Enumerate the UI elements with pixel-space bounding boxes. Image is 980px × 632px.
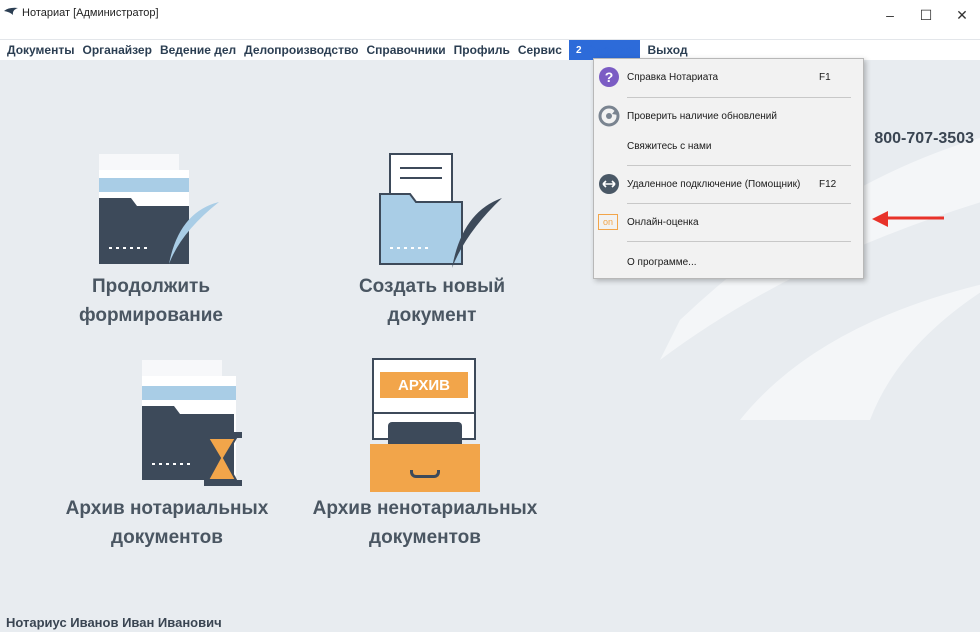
folder-feather-icon bbox=[99, 154, 219, 264]
close-button[interactable]: ✕ bbox=[944, 0, 980, 30]
tile-continue-line2: формирование bbox=[78, 305, 223, 326]
remote-icon bbox=[598, 173, 620, 195]
menu-item-help[interactable]: ? Справка Нотариата F1 bbox=[594, 64, 863, 90]
title-bar: Нотариат [Администратор] – ☐ ✕ bbox=[0, 0, 980, 40]
menu-item-contact-label: Свяжитесь с нами bbox=[627, 140, 712, 152]
menu-item-remote[interactable]: Удаленное подключение (Помощник) F12 bbox=[594, 171, 863, 197]
maximize-button[interactable]: ☐ bbox=[908, 0, 944, 30]
folder-quill-icon bbox=[379, 153, 502, 268]
menu-separator bbox=[627, 165, 851, 166]
minimize-button[interactable]: – bbox=[872, 0, 908, 30]
menu-item-online-rating[interactable]: on Онлайн-оценка bbox=[594, 209, 863, 235]
tile-archive-notarial-line2: документов bbox=[111, 527, 223, 548]
menu-help-label: Справка bbox=[586, 43, 637, 57]
menu-bar: Документы Органайзер Ведение дел Делопро… bbox=[0, 40, 980, 60]
tile-create-line2: документ bbox=[387, 305, 477, 326]
menu-help[interactable]: 2 Справка bbox=[568, 40, 641, 60]
svg-text:?: ? bbox=[605, 69, 614, 85]
notification-badge: 2 bbox=[572, 44, 585, 56]
menu-profile[interactable]: Профиль bbox=[453, 40, 511, 60]
tile-archive-non-notarial-line2: документов bbox=[369, 527, 481, 548]
menu-exit[interactable]: Выход bbox=[646, 40, 688, 60]
question-icon: ? bbox=[598, 66, 620, 88]
archive-box-label: АРХИВ bbox=[380, 372, 468, 398]
online-rating-icon: on bbox=[598, 214, 618, 230]
current-user-label: Нотариус Иванов Иван Иванович bbox=[6, 615, 222, 630]
menu-separator bbox=[627, 241, 851, 242]
menu-cases[interactable]: Ведение дел bbox=[159, 40, 237, 60]
menu-item-check-updates-label: Проверить наличие обновлений bbox=[627, 110, 777, 122]
menu-item-online-rating-label: Онлайн-оценка bbox=[627, 216, 699, 228]
menu-separator bbox=[627, 97, 851, 98]
menu-references[interactable]: Справочники bbox=[366, 40, 447, 60]
tile-archive-non-notarial[interactable]: АРХИВ Архив ненотариальных документов bbox=[300, 358, 550, 552]
annotation-arrow-icon bbox=[872, 211, 944, 227]
menu-records[interactable]: Делопроизводство bbox=[243, 40, 359, 60]
folder-hourglass-icon bbox=[142, 360, 242, 486]
menu-item-help-label: Справка Нотариата bbox=[627, 71, 719, 83]
tile-archive-notarial-line1: Архив нотариальных bbox=[65, 498, 269, 519]
menu-documents[interactable]: Документы bbox=[6, 40, 75, 60]
menu-item-about-label: О программе... bbox=[627, 256, 697, 268]
tile-continue-line1: Продолжить bbox=[91, 276, 211, 297]
window-title-text: Нотариат [Администратор] bbox=[22, 6, 159, 19]
window-title: Нотариат [Администратор] bbox=[4, 6, 159, 19]
menu-item-help-shortcut: F1 bbox=[819, 71, 831, 83]
update-icon bbox=[598, 105, 620, 127]
menu-item-about[interactable]: О программе... bbox=[594, 249, 863, 275]
tile-create-line1: Создать новый bbox=[358, 276, 506, 297]
menu-organizer[interactable]: Органайзер bbox=[81, 40, 152, 60]
phone-number: 800-707-3503 bbox=[874, 130, 974, 147]
menu-item-remote-shortcut: F12 bbox=[819, 178, 837, 190]
tile-archive-non-notarial-line1: Архив ненотариальных bbox=[312, 498, 538, 519]
app-logo-icon bbox=[4, 6, 18, 19]
help-dropdown-menu: ? Справка Нотариата F1 Проверить наличие… bbox=[593, 58, 864, 279]
archive-box-icon: АРХИВ bbox=[370, 358, 480, 494]
tile-archive-notarial[interactable]: Архив нотариальных документов bbox=[52, 358, 282, 552]
menu-item-check-updates[interactable]: Проверить наличие обновлений bbox=[594, 103, 863, 129]
menu-service[interactable]: Сервис bbox=[517, 40, 563, 60]
tile-continue[interactable]: Продолжить формирование bbox=[66, 152, 236, 330]
menu-item-contact[interactable]: Свяжитесь с нами bbox=[594, 133, 863, 159]
tile-create[interactable]: Создать новый документ bbox=[342, 152, 522, 330]
menu-separator bbox=[627, 203, 851, 204]
menu-item-remote-label: Удаленное подключение (Помощник) bbox=[627, 178, 801, 190]
